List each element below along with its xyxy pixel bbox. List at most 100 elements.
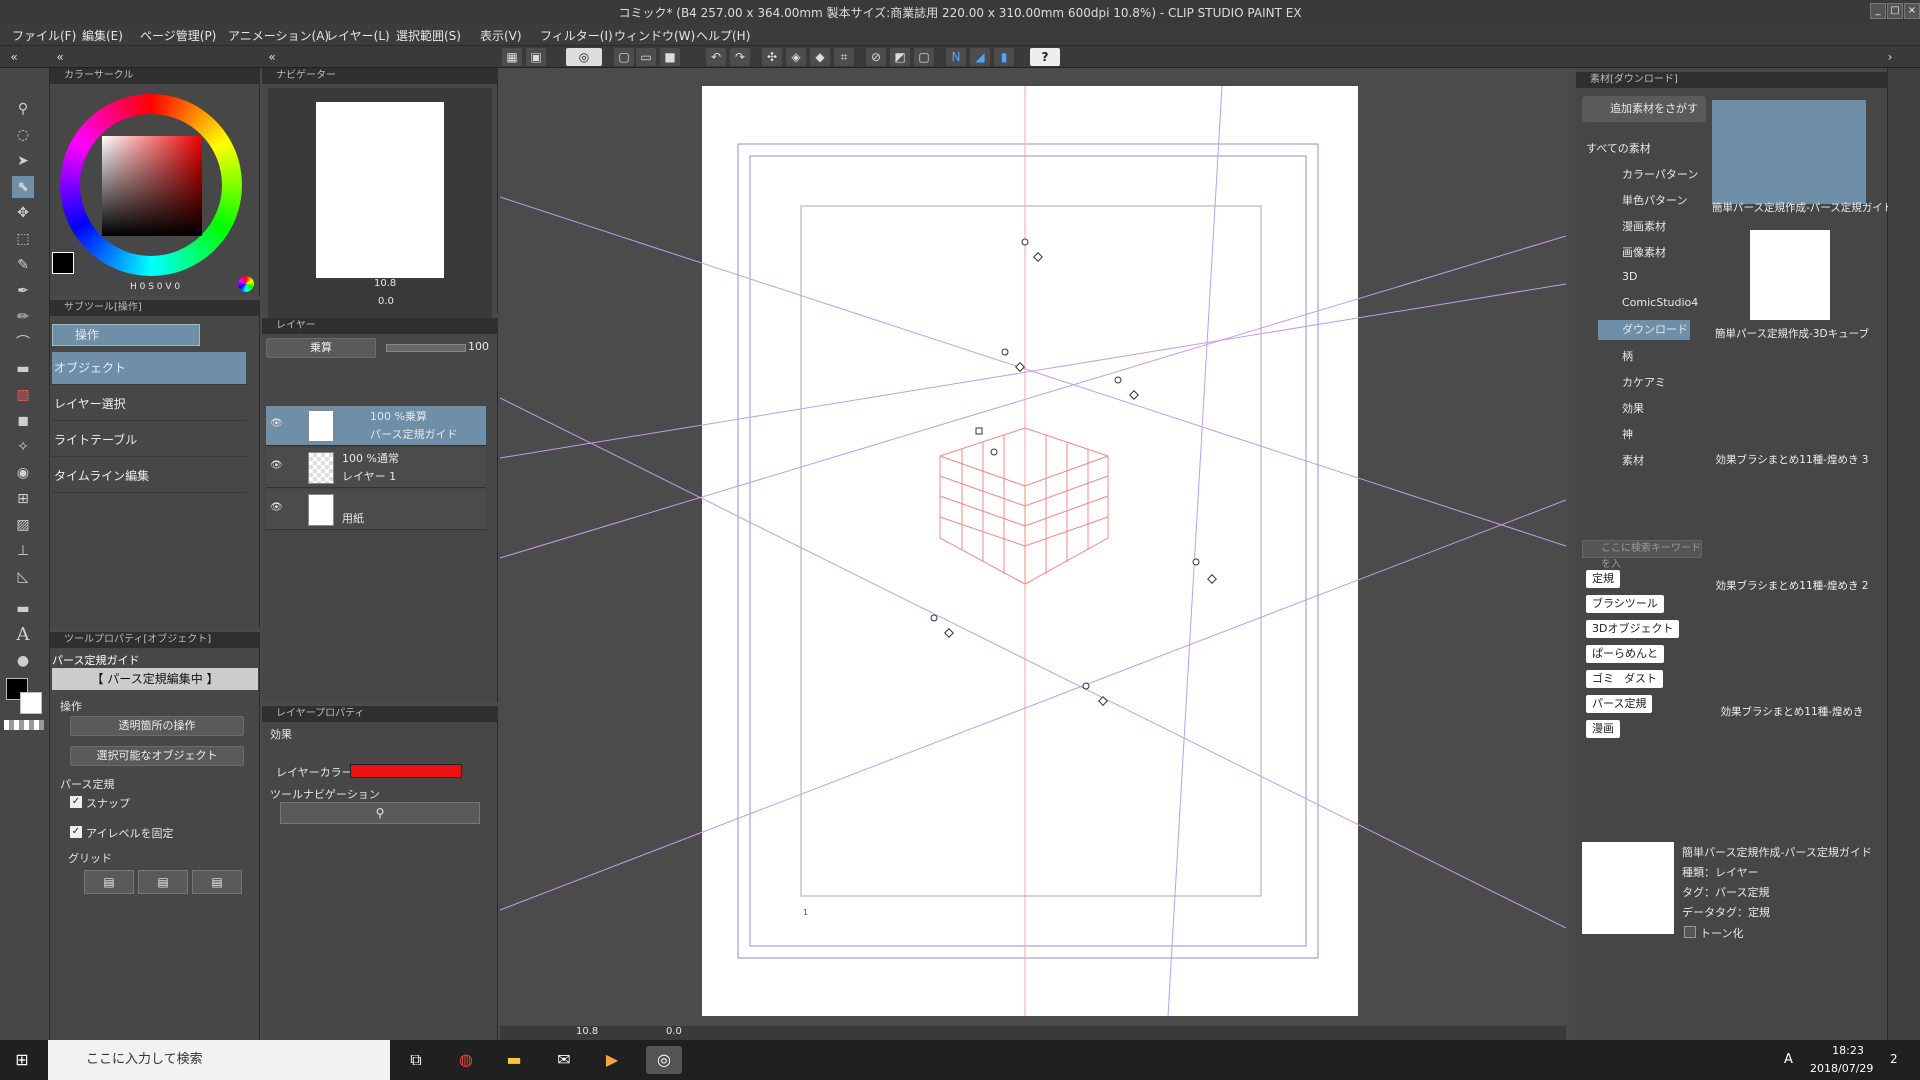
move-icon[interactable]: ✥ — [12, 202, 34, 224]
grid-icon[interactable]: ▦ — [502, 48, 522, 66]
airbrush-icon[interactable]: ▬ — [12, 358, 34, 380]
selectable-object-dropdown[interactable]: 選択可能なオブジェクト — [70, 746, 244, 766]
chrome-icon[interactable]: ◍ — [452, 1046, 480, 1074]
subtool-tab[interactable]: サブツール[操作] — [50, 300, 260, 316]
expand-right-icon[interactable]: › — [1880, 48, 1900, 66]
brush-icon[interactable]: ⌒ — [12, 332, 34, 354]
sub-color-swatch[interactable] — [20, 692, 42, 714]
taskbar-search-input[interactable]: ここに入力して検索 — [48, 1040, 390, 1080]
clip-studio-icon[interactable]: ◎ — [566, 48, 602, 66]
material-search-input[interactable]: ここに検索キーワードを入 — [1582, 540, 1702, 570]
snap-ruler-icon[interactable]: N — [946, 48, 966, 66]
fill-icon[interactable]: ◉ — [12, 462, 34, 484]
grid-yz-button[interactable]: ▤ — [138, 870, 188, 894]
pen-icon[interactable]: ✒ — [12, 280, 34, 302]
maximize-button[interactable]: □ — [1887, 3, 1903, 19]
menu-help[interactable]: ヘルプ(H) — [696, 27, 750, 44]
tool-nav-button[interactable]: ⚲ — [280, 802, 480, 824]
undo-icon[interactable]: ↶ — [706, 48, 726, 66]
tree-image-material[interactable]: 画像素材 — [1622, 244, 1666, 260]
menu-layer[interactable]: レイヤー(L) — [326, 27, 390, 44]
select-icon[interactable]: ◈ — [786, 48, 806, 66]
layer-row-perspective-guide[interactable]: 👁 100 %乗算 パース定規ガイド — [266, 406, 486, 446]
tag-ruler[interactable]: 定規 — [1586, 570, 1620, 588]
menu-animation[interactable]: アニメーション(A) — [228, 27, 329, 44]
layer-color-swatch[interactable] — [350, 764, 462, 778]
collapse-icon[interactable]: « — [50, 48, 70, 66]
open-file-icon[interactable]: ▭ — [636, 48, 656, 66]
material-item-selected[interactable] — [1712, 100, 1866, 204]
material-tab[interactable]: 素材[ダウンロード] — [1576, 72, 1888, 88]
tree-3d[interactable]: 3D — [1622, 270, 1637, 283]
clear-icon[interactable]: ⊘ — [866, 48, 886, 66]
subtool-item-timeline[interactable]: タイムライン編集 — [52, 460, 246, 493]
canvas-area[interactable]: 1 — [500, 68, 1566, 1030]
crop-icon[interactable]: ⌗ — [834, 48, 854, 66]
redo-icon[interactable]: ↷ — [730, 48, 750, 66]
tag-dust[interactable]: ダスト — [1618, 670, 1663, 688]
new-file-icon[interactable]: ▢ — [614, 48, 634, 66]
operation-tool-icon[interactable]: ⬉ — [12, 176, 34, 198]
layer-tab[interactable]: レイヤー — [262, 318, 498, 334]
visibility-eye-icon[interactable]: 👁 — [270, 460, 283, 471]
lasso-icon[interactable]: ◌ — [12, 124, 34, 146]
minimize-button[interactable]: _ — [1870, 3, 1886, 19]
eraser-icon[interactable]: ◼ — [12, 410, 34, 432]
tag-perspective-ruler[interactable]: パース定規 — [1586, 695, 1653, 713]
subtool-group-operation[interactable]: 操作 — [52, 324, 200, 346]
tree-mono-pattern[interactable]: 単色パターン — [1622, 192, 1687, 208]
tree-all-materials[interactable]: すべての素材 — [1586, 140, 1651, 156]
clear-outside-icon[interactable]: ◩ — [890, 48, 910, 66]
windows-start-icon[interactable]: ⊞ — [8, 1046, 36, 1074]
ruler-icon[interactable]: ◺ — [12, 566, 34, 588]
help-icon[interactable]: ? — [1030, 48, 1060, 66]
taskbar-date[interactable]: 2018/07/29 — [1810, 1062, 1873, 1075]
blend-icon[interactable]: ✧ — [12, 436, 34, 458]
menu-edit[interactable]: 編集(E) — [82, 27, 123, 44]
tree-color-pattern[interactable]: カラーパターン — [1622, 166, 1698, 182]
subtool-item-lighttable[interactable]: ライトテーブル — [52, 424, 246, 457]
collapse-left-icon[interactable]: « — [4, 48, 24, 66]
fill-icon[interactable]: ◆ — [810, 48, 830, 66]
eyedropper-icon[interactable]: ✎ — [12, 254, 34, 276]
eye-level-checkbox[interactable]: ✓ — [70, 826, 82, 838]
snap-checkbox[interactable]: ✓ — [70, 796, 82, 808]
tag-manga[interactable]: 漫画 — [1586, 720, 1620, 738]
close-button[interactable]: × — [1904, 3, 1920, 19]
tag-gomi[interactable]: ゴミ — [1586, 670, 1620, 688]
layout-icon[interactable]: ▣ — [526, 48, 546, 66]
saturation-value-square[interactable] — [102, 136, 202, 236]
tone-checkbox[interactable] — [1684, 926, 1696, 938]
tree-kakeami[interactable]: カケアミ — [1622, 374, 1666, 390]
explorer-icon[interactable]: ▬ — [500, 1046, 528, 1074]
transparent-color-swatch[interactable] — [4, 720, 44, 730]
transparent-op-dropdown[interactable]: 透明箇所の操作 — [70, 716, 244, 736]
search-more-materials-button[interactable]: 追加素材をさがす — [1582, 96, 1706, 122]
taskbar-time[interactable]: 18:23 — [1818, 1044, 1878, 1057]
tree-effect[interactable]: 効果 — [1622, 400, 1644, 416]
blend-mode-dropdown[interactable]: 乗算 — [266, 338, 376, 358]
navigator-tab[interactable]: ナビゲーター — [262, 68, 498, 84]
zoom-icon[interactable]: ⚲ — [12, 98, 34, 120]
snap-grid-icon[interactable]: ▮ — [994, 48, 1014, 66]
text-icon[interactable]: ▬ — [12, 598, 34, 620]
notification-badge[interactable]: 2 — [1890, 1052, 1898, 1066]
current-color-swatch[interactable] — [52, 252, 74, 274]
collapse-icon[interactable]: « — [262, 48, 282, 66]
balloon-icon[interactable]: ● — [12, 650, 34, 672]
material-thumb-3dcube[interactable] — [1750, 230, 1830, 320]
tag-3d-object[interactable]: 3Dオブジェクト — [1586, 620, 1680, 638]
figure-icon[interactable]: ▨ — [12, 514, 34, 536]
tree-comicstudio4[interactable]: ComicStudio4 — [1622, 296, 1698, 309]
marquee-icon[interactable]: ⬚ — [12, 228, 34, 250]
tree-manga-material[interactable]: 漫画素材 — [1622, 218, 1666, 234]
menu-file[interactable]: ファイル(F) — [12, 27, 76, 44]
frame-icon[interactable]: ⊥ — [12, 540, 34, 562]
ime-indicator[interactable]: A — [1784, 1052, 1793, 1067]
grid-xy-button[interactable]: ▤ — [84, 870, 134, 894]
layer-row-layer1[interactable]: 👁 100 %通常 レイヤー 1 — [266, 448, 486, 488]
tree-pattern[interactable]: 柄 — [1622, 348, 1633, 364]
tree-material[interactable]: 素材 — [1622, 452, 1644, 468]
tag-parament[interactable]: ぱーらめんと — [1586, 645, 1664, 663]
object-icon[interactable]: ➤ — [12, 150, 34, 172]
